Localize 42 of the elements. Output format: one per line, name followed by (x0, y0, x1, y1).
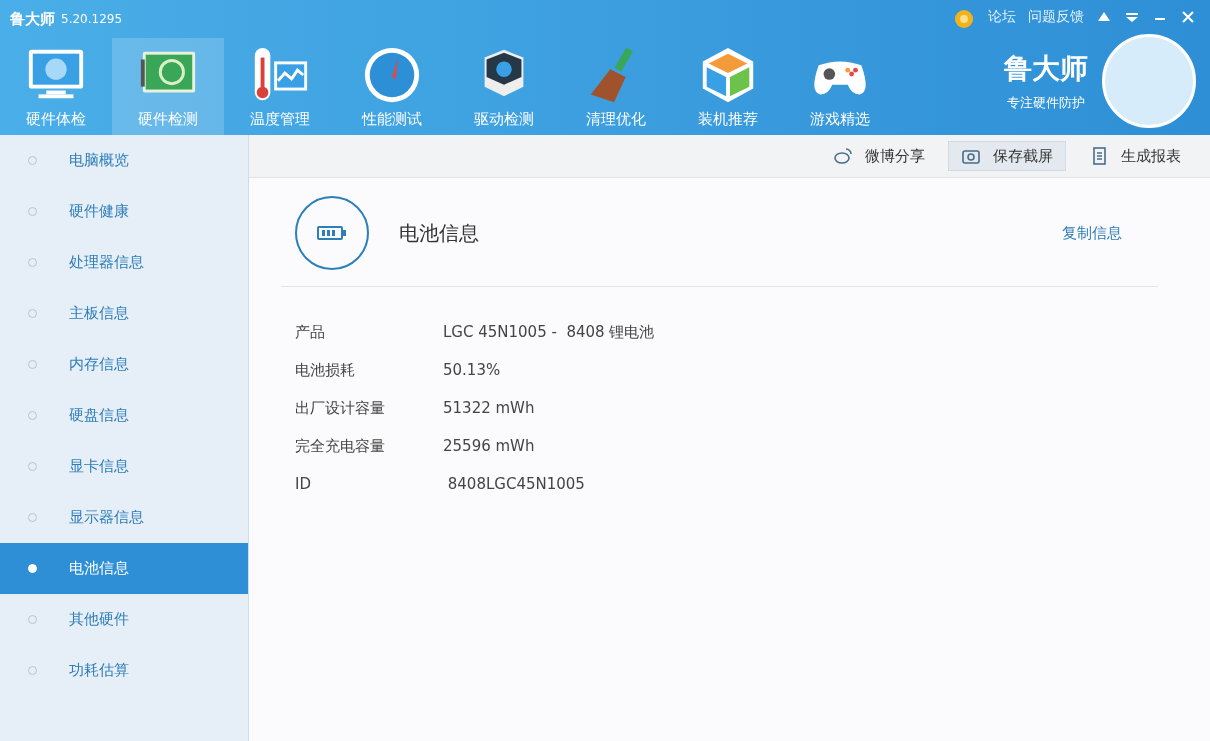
brand-slogan: 专注硬件防护 (1007, 94, 1085, 112)
info-label: 出厂设计容量 (295, 398, 386, 418)
nav-tab[interactable]: 性能测试 (336, 38, 448, 135)
info-value: 50.13% (443, 361, 501, 379)
sidebar-item[interactable]: 其他硬件 (0, 594, 248, 645)
info-label: ID (295, 475, 312, 493)
app-title: 鲁大师 (10, 9, 55, 29)
sidebar-item[interactable]: 处理器信息 (0, 237, 248, 288)
action-button[interactable]: 微博分享 (820, 141, 938, 171)
nav-tab[interactable]: 装机推荐 (672, 38, 784, 135)
info-value: LGC 45N1005 - 8408 锂电池 (443, 322, 655, 342)
info-value: 8408LGC45N1005 (446, 475, 585, 493)
nav-tab[interactable]: 游戏精选 (784, 38, 896, 135)
sidebar-item[interactable]: 电脑概览 (0, 135, 248, 186)
close-icon[interactable] (1180, 9, 1196, 25)
copy-info-link[interactable]: 复制信息 (1062, 223, 1122, 243)
panel-title: 电池信息 (399, 219, 480, 247)
info-value: 51322 mWh (443, 399, 535, 417)
nav-tab[interactable]: 硬件检测 (112, 38, 224, 135)
sidebar-item[interactable]: 主板信息 (0, 288, 248, 339)
nav-tab[interactable]: 清理优化 (560, 38, 672, 135)
info-value: 25596 mWh (443, 437, 535, 455)
action-button[interactable]: 保存截屏 (948, 141, 1066, 171)
info-label: 完全充电容量 (295, 436, 386, 456)
sidebar-item[interactable]: 硬盘信息 (0, 390, 248, 441)
top-link[interactable]: 问题反馈 (1028, 8, 1084, 26)
sidebar-item[interactable]: 显卡信息 (0, 441, 248, 492)
sidebar-item[interactable]: 功耗估算 (0, 645, 248, 696)
brand-name: 鲁大师 (1004, 51, 1088, 87)
nav-tab[interactable]: 硬件体检 (0, 38, 112, 135)
nav-tab[interactable]: 驱动检测 (448, 38, 560, 135)
nav-tab[interactable]: 温度管理 (224, 38, 336, 135)
action-button[interactable]: 生成报表 (1076, 141, 1194, 171)
app-version: 5.20.1295 (61, 12, 123, 26)
top-link[interactable]: 论坛 (988, 8, 1016, 26)
battery-icon (295, 196, 369, 270)
sidebar-item[interactable]: 内存信息 (0, 339, 248, 390)
info-label: 电池损耗 (295, 360, 356, 380)
sidebar-item[interactable]: 电池信息 (0, 543, 248, 594)
info-label: 产品 (295, 322, 326, 342)
sidebar-item[interactable]: 显示器信息 (0, 492, 248, 543)
sidebar-item[interactable]: 硬件健康 (0, 186, 248, 237)
